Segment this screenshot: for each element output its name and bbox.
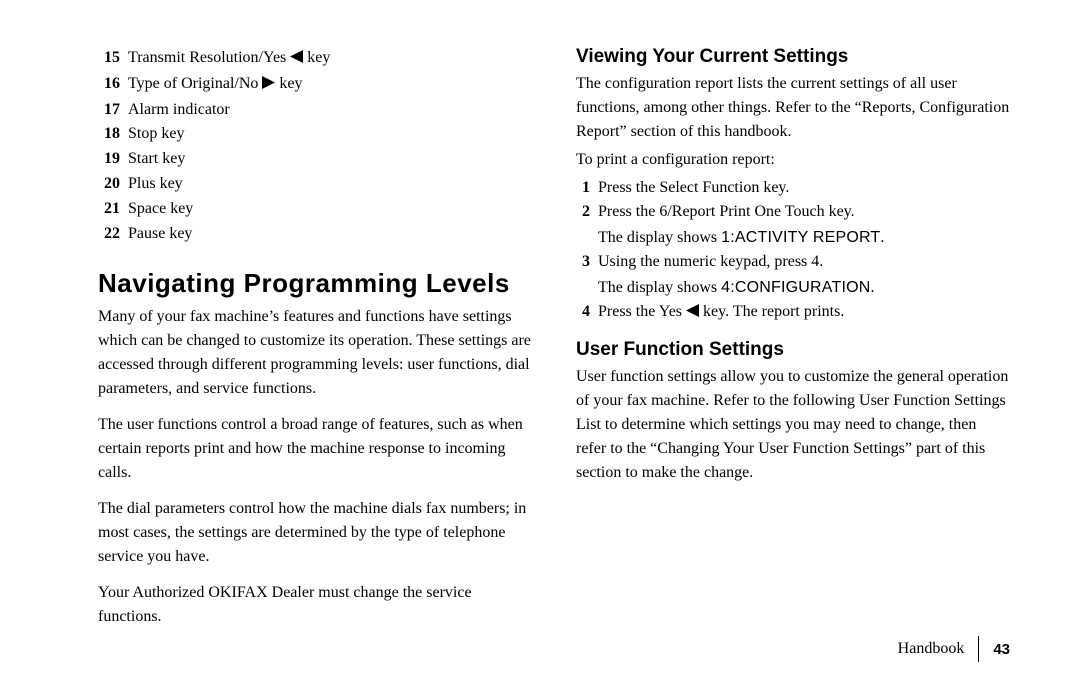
step-number: 1 — [576, 176, 590, 200]
list-item-text: Start key — [128, 147, 185, 172]
step-number: 2 — [576, 200, 590, 250]
list-item-number: 18 — [98, 122, 120, 147]
keys-numbered-list: 15 Transmit Resolution/Yes key 16 Type of O… — [98, 46, 532, 246]
step-text: Press the Yes key. The report prints. — [598, 300, 844, 325]
right-column: Viewing Your Current Settings The config… — [576, 46, 1010, 606]
list-item: 16 Type of Original/No key — [98, 72, 532, 98]
list-item-number: 19 — [98, 147, 120, 172]
list-item: 20 Plus key — [98, 172, 532, 197]
step-text: Press the 6/Report Print One Touch key.T… — [598, 200, 884, 250]
paragraph: The configuration report lists the curre… — [576, 72, 1010, 144]
paragraph: Your Authorized OKIFAX Dealer must chang… — [98, 581, 532, 629]
list-item-text: Stop key — [128, 122, 184, 147]
paragraph: The dial parameters control how the mach… — [98, 497, 532, 569]
step-text: Using the numeric keypad, press 4.The di… — [598, 250, 874, 300]
page-number: 43 — [993, 641, 1010, 658]
step-item: 1 Press the Select Function key. — [576, 176, 1010, 200]
list-item-text: Transmit Resolution/Yes key — [128, 46, 330, 72]
step-item: 4 Press the Yes key. The report prints. — [576, 300, 1010, 325]
list-item-text: Plus key — [128, 172, 183, 197]
steps-ordered-list: 1Press the Select Function key.2Press th… — [576, 176, 1010, 325]
list-item-number: 16 — [98, 72, 120, 98]
paragraph: The user functions control a broad range… — [98, 413, 532, 485]
list-item-number: 20 — [98, 172, 120, 197]
list-item-text: Space key — [128, 197, 193, 222]
step-item: 3Using the numeric keypad, press 4.The d… — [576, 250, 1010, 300]
heading-viewing-current-settings: Viewing Your Current Settings — [576, 46, 1010, 68]
paragraph-lead: To print a configuration report: — [576, 148, 1010, 172]
list-item-number: 15 — [98, 46, 120, 72]
step-item: 2Press the 6/Report Print One Touch key.… — [576, 200, 1010, 250]
list-item-text: Pause key — [128, 222, 192, 247]
step-subline: The display shows 1:ACTIVITY REPORT. — [598, 226, 884, 250]
list-item: 21 Space key — [98, 197, 532, 222]
left-column: 15 Transmit Resolution/Yes key 16 Type of O… — [98, 46, 532, 606]
step-number: 4 — [576, 300, 590, 325]
list-item: 18 Stop key — [98, 122, 532, 147]
footer-book-label: Handbook — [898, 640, 965, 658]
list-item: 17 Alarm indicator — [98, 98, 532, 123]
display-code: 1:ACTIVITY REPORT — [721, 229, 880, 246]
list-item-number: 22 — [98, 222, 120, 247]
list-item-number: 21 — [98, 197, 120, 222]
footer-divider — [978, 636, 979, 662]
triangle-left-icon — [290, 47, 303, 72]
heading-user-function-settings: User Function Settings — [576, 339, 1010, 361]
display-code: 4:CONFIGURATION — [721, 279, 870, 296]
list-item-text: Alarm indicator — [128, 98, 230, 123]
triangle-left-icon — [686, 301, 699, 325]
list-item-number: 17 — [98, 98, 120, 123]
list-item: 19 Start key — [98, 147, 532, 172]
list-item: 15 Transmit Resolution/Yes key — [98, 46, 532, 72]
step-text: Press the Select Function key. — [598, 176, 789, 200]
step-number: 3 — [576, 250, 590, 300]
step-subline: The display shows 4:CONFIGURATION. — [598, 276, 874, 300]
list-item-text: Type of Original/No key — [128, 72, 303, 98]
heading-navigating-programming-levels: Navigating Programming Levels — [98, 268, 532, 299]
list-item: 22 Pause key — [98, 222, 532, 247]
page-footer: Handbook 43 — [898, 636, 1010, 662]
document-page: 15 Transmit Resolution/Yes key 16 Type of O… — [0, 0, 1080, 698]
paragraph: User function settings allow you to cust… — [576, 365, 1010, 485]
triangle-right-icon — [262, 73, 275, 98]
two-column-layout: 15 Transmit Resolution/Yes key 16 Type of O… — [98, 46, 1010, 606]
paragraph: Many of your fax machine’s features and … — [98, 305, 532, 401]
